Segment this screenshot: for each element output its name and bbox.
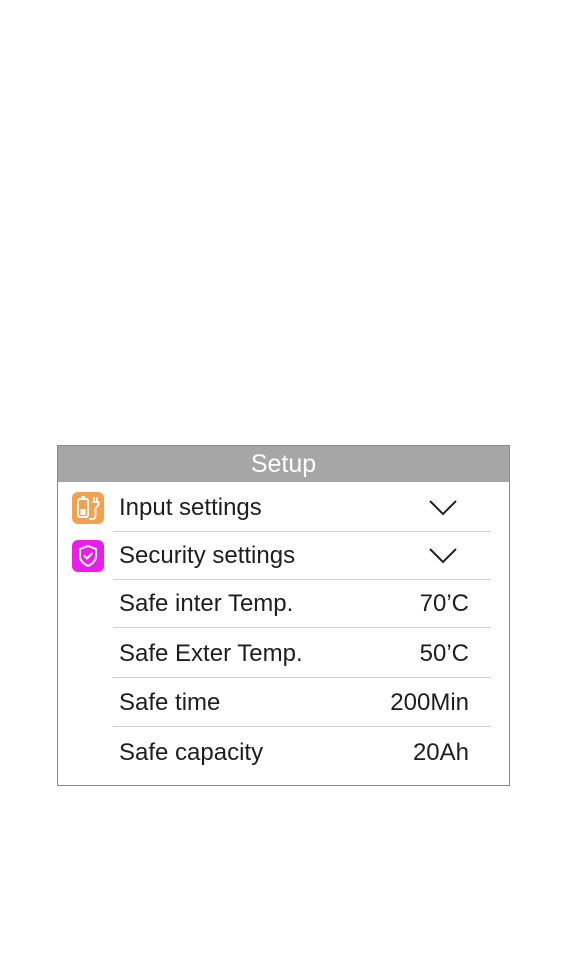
setup-panel: Setup Input settings Security settings S… — [57, 445, 510, 786]
safe-time-row[interactable]: Safe time 200Min — [113, 679, 491, 727]
safe-inter-temp-label: Safe inter Temp. — [119, 590, 294, 617]
safe-exter-temp-label: Safe Exter Temp. — [119, 640, 303, 667]
safe-inter-temp-row[interactable]: Safe inter Temp. 70’C — [113, 580, 491, 628]
security-settings-label: Security settings — [119, 542, 296, 569]
panel-title: Setup — [58, 446, 509, 482]
safe-exter-temp-row[interactable]: Safe Exter Temp. 50’C — [113, 630, 491, 678]
safe-time-label: Safe time — [119, 689, 221, 716]
safe-capacity-value[interactable]: 20Ah — [413, 729, 469, 777]
safe-inter-temp-value[interactable]: 70’C — [420, 580, 469, 628]
input-settings-label: Input settings — [119, 494, 262, 521]
security-settings-row[interactable]: Security settings — [113, 532, 491, 580]
safe-capacity-row[interactable]: Safe capacity 20Ah — [113, 729, 491, 777]
safe-exter-temp-value[interactable]: 50’C — [420, 630, 469, 678]
chevron-down-icon[interactable] — [429, 548, 457, 564]
input-settings-row[interactable]: Input settings — [113, 484, 491, 532]
chevron-down-icon[interactable] — [429, 500, 457, 516]
safe-capacity-label: Safe capacity — [119, 739, 264, 766]
safe-time-value[interactable]: 200Min — [390, 679, 469, 727]
battery-charger-icon — [72, 492, 104, 524]
shield-check-icon — [72, 540, 104, 572]
